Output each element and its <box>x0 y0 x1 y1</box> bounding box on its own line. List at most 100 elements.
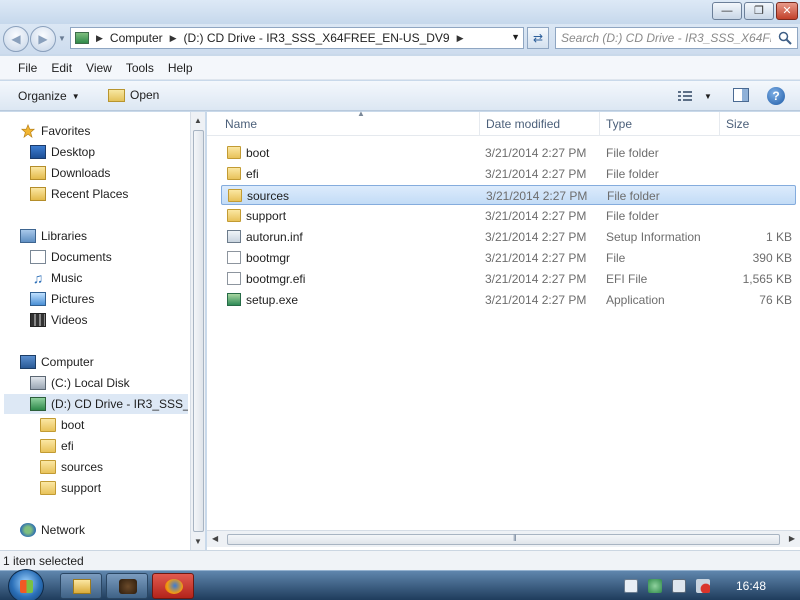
nav-network-label: Network <box>41 523 86 537</box>
breadcrumb-cd-drive[interactable]: (D:) CD Drive - IR3_SSS_X64FREE_EN-US_DV… <box>184 31 450 45</box>
nav-music[interactable]: ♫ Music <box>30 268 185 288</box>
file-name: bootmgr <box>246 251 291 265</box>
nav-recent-places[interactable]: Recent Places <box>30 184 185 204</box>
breadcrumb-separator-icon[interactable]: ▶ <box>170 33 177 44</box>
file-row-sources[interactable]: sources 3/21/2014 2:27 PM File folder <box>221 185 796 205</box>
taskbar-clock[interactable]: 16:48 <box>736 579 766 593</box>
column-name-label: Name <box>225 117 258 131</box>
help-icon: ? <box>772 89 780 103</box>
recent-pages-dropdown[interactable]: ▼ <box>58 34 66 43</box>
scrollbar-grip-icon: ‖ <box>513 533 517 543</box>
restore-button[interactable]: ❐ <box>744 2 774 20</box>
file-row-efi[interactable]: efi 3/21/2014 2:27 PM File folder <box>221 164 796 184</box>
network-icon <box>20 523 36 537</box>
refresh-button[interactable]: ⇄ <box>527 27 549 49</box>
breadcrumb-separator-icon[interactable]: ▶ <box>96 33 103 44</box>
breadcrumb-computer[interactable]: Computer <box>110 31 163 45</box>
scroll-down-icon[interactable]: ▼ <box>194 537 202 546</box>
nav-downloads[interactable]: Downloads <box>30 163 185 183</box>
nav-pictures[interactable]: Pictures <box>30 289 185 309</box>
file-row-boot[interactable]: boot 3/21/2014 2:27 PM File folder <box>221 143 796 163</box>
minimize-button[interactable]: — <box>712 2 742 20</box>
tray-volume-muted-icon[interactable] <box>696 579 710 593</box>
nav-local-disk-label: (C:) Local Disk <box>51 376 130 390</box>
system-tray <box>615 571 800 600</box>
scrollbar-thumb[interactable] <box>193 130 204 532</box>
column-name[interactable]: ▲ Name <box>219 109 480 136</box>
nav-folder-support[interactable]: support <box>40 478 185 498</box>
nav-libraries[interactable]: Libraries <box>20 226 185 246</box>
taskbar-firefox-button[interactable] <box>152 573 194 599</box>
scroll-right-icon[interactable]: ▶ <box>789 534 795 543</box>
videos-icon <box>30 313 46 327</box>
folder-icon <box>227 167 241 180</box>
change-view-button[interactable]: ▼ <box>678 90 712 102</box>
start-button[interactable] <box>8 569 44 600</box>
star-icon <box>20 124 36 138</box>
nav-desktop[interactable]: Desktop <box>30 142 185 162</box>
documents-icon <box>30 250 46 264</box>
file-list-horizontal-scrollbar[interactable]: ◀ ‖ ▶ <box>207 530 800 547</box>
close-button[interactable]: ✕ <box>776 2 798 20</box>
open-folder-icon <box>108 88 125 102</box>
nav-videos[interactable]: Videos <box>30 310 185 330</box>
scrollbar-thumb[interactable]: ‖ <box>227 533 780 545</box>
nav-folder-boot[interactable]: boot <box>40 415 185 435</box>
open-label: Open <box>130 88 160 102</box>
breadcrumb-separator-icon[interactable]: ▶ <box>457 33 464 44</box>
search-icon[interactable] <box>778 31 792 45</box>
nav-network[interactable]: Network <box>20 520 185 540</box>
file-type: EFI File <box>606 272 648 286</box>
address-history-dropdown-icon[interactable]: ▼ <box>511 32 520 42</box>
back-button[interactable]: ◀ <box>3 26 29 52</box>
taskbar-explorer-button[interactable] <box>60 573 102 599</box>
computer-icon <box>20 355 36 369</box>
nav-folder-sources[interactable]: sources <box>40 457 185 477</box>
nav-local-disk[interactable]: (C:) Local Disk <box>30 373 185 393</box>
open-button[interactable]: Open <box>108 88 159 102</box>
organize-button[interactable]: Organize ▼ <box>18 89 80 103</box>
file-row-setup[interactable]: setup.exe 3/21/2014 2:27 PM Application … <box>221 290 796 310</box>
navigation-bar: ◀ ▶ ▼ ▶ Computer ▶ (D:) CD Drive - IR3_S… <box>0 24 800 54</box>
folder-icon <box>40 460 56 474</box>
file-row-bootmgr-efi[interactable]: bootmgr.efi 3/21/2014 2:27 PM EFI File 1… <box>221 269 796 289</box>
menu-tools[interactable]: Tools <box>126 61 154 75</box>
scroll-up-icon[interactable]: ▲ <box>194 116 202 125</box>
nav-music-label: Music <box>51 271 83 285</box>
file-row-support[interactable]: support 3/21/2014 2:27 PM File folder <box>221 206 796 226</box>
column-type[interactable]: Type <box>600 112 720 136</box>
scroll-left-icon[interactable]: ◀ <box>212 534 218 543</box>
file-type: Setup Information <box>606 230 701 244</box>
menu-view[interactable]: View <box>86 61 112 75</box>
nav-cd-drive-label: (D:) CD Drive - IR3_SSS_X64 <box>51 397 188 411</box>
nav-documents[interactable]: Documents <box>30 247 185 267</box>
file-icon <box>227 251 241 264</box>
tray-document-icon[interactable] <box>624 579 638 593</box>
nav-favorites[interactable]: Favorites <box>20 121 185 141</box>
menu-help[interactable]: Help <box>168 61 193 75</box>
nav-folder-efi[interactable]: efi <box>40 436 185 456</box>
caption-buttons: — ❐ ✕ <box>712 2 798 20</box>
file-name: boot <box>246 146 270 160</box>
tray-network-icon[interactable] <box>672 579 686 593</box>
nav-cd-drive[interactable]: (D:) CD Drive - IR3_SSS_X64 <box>4 394 188 414</box>
search-box[interactable] <box>555 27 798 49</box>
menu-file[interactable]: File <box>18 61 37 75</box>
taskbar-app-button[interactable] <box>106 573 148 599</box>
menu-edit[interactable]: Edit <box>51 61 72 75</box>
file-row-autorun[interactable]: autorun.inf 3/21/2014 2:27 PM Setup Info… <box>221 227 796 247</box>
preview-pane-button[interactable] <box>733 88 749 102</box>
search-input[interactable] <box>561 31 771 45</box>
file-row-bootmgr[interactable]: bootmgr 3/21/2014 2:27 PM File 390 KB <box>221 248 796 268</box>
column-size[interactable]: Size <box>720 112 800 136</box>
sort-ascending-icon: ▲ <box>357 109 365 118</box>
help-button[interactable]: ? <box>767 87 785 105</box>
forward-button[interactable]: ▶ <box>30 26 56 52</box>
file-date: 3/21/2014 2:27 PM <box>485 251 587 265</box>
tray-security-icon[interactable] <box>648 579 662 593</box>
column-date-modified[interactable]: Date modified <box>480 112 600 136</box>
address-bar[interactable]: ▶ Computer ▶ (D:) CD Drive - IR3_SSS_X64… <box>70 27 524 49</box>
file-date: 3/21/2014 2:27 PM <box>485 146 587 160</box>
nav-computer[interactable]: Computer <box>20 352 185 372</box>
navigation-pane-scrollbar[interactable]: ▲ ▼ <box>190 112 205 550</box>
